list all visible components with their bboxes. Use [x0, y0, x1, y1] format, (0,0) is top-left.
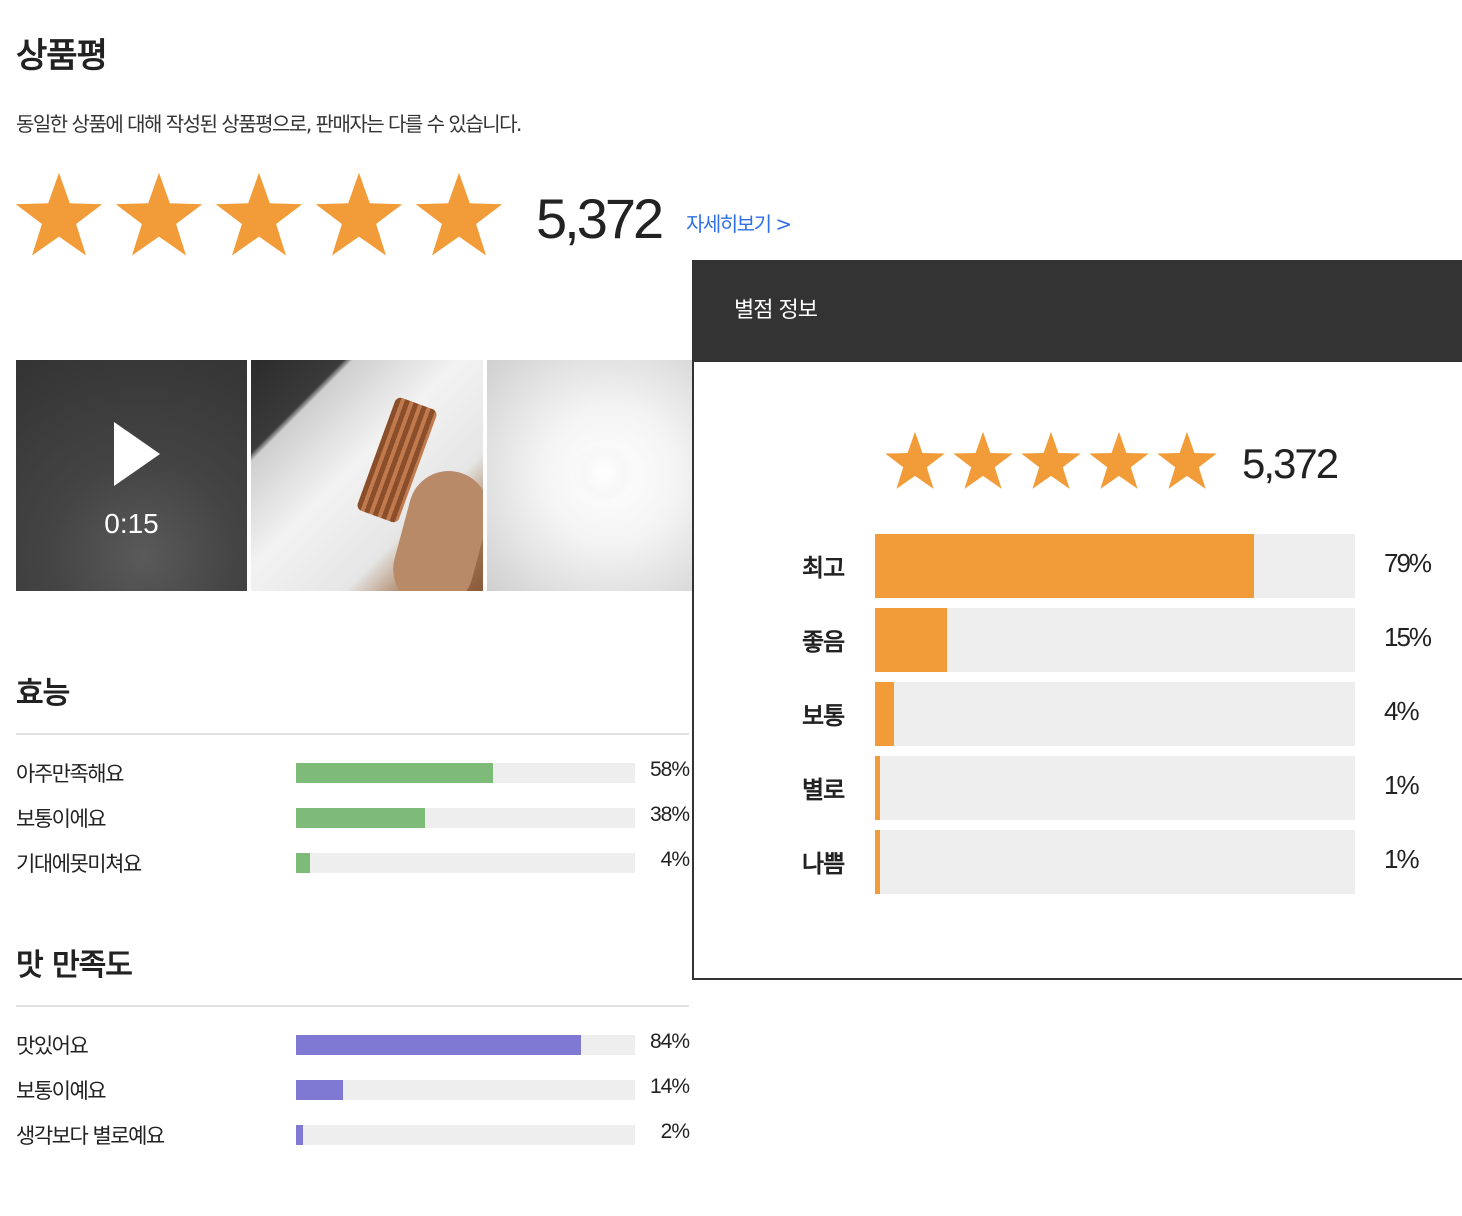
rating-bar-fill	[875, 756, 880, 820]
page-title: 상품평	[16, 36, 108, 76]
star-icon	[1156, 430, 1218, 496]
rating-stars	[14, 170, 504, 264]
stat-bar-fill	[296, 808, 425, 828]
video-thumbnail[interactable]: 0:15	[16, 360, 247, 591]
stat-bar	[296, 763, 635, 783]
play-icon	[114, 422, 160, 486]
stat-bar	[296, 1080, 635, 1100]
stat-row: 맛있어요 84%	[16, 1030, 690, 1062]
rating-label: 보통	[802, 702, 845, 730]
stat-label: 아주만족해요	[16, 762, 124, 786]
review-count: 5,372	[536, 187, 664, 250]
stat-bar	[296, 808, 635, 828]
stat-bar	[296, 1125, 635, 1145]
rating-label: 최고	[802, 554, 845, 582]
popup-title: 별점 정보	[694, 260, 1462, 362]
star-icon	[214, 170, 304, 264]
star-icon	[314, 170, 404, 264]
stat-label: 보통이에요	[16, 807, 107, 831]
stat-percent: 58%	[649, 758, 690, 781]
stat-row: 아주만족해요 58%	[16, 758, 690, 790]
stat-row: 보통이예요 14%	[16, 1075, 690, 1107]
star-icon	[414, 170, 504, 264]
powder-image	[571, 445, 637, 501]
efficacy-title: 효능	[16, 676, 70, 711]
stat-bar-fill	[296, 1035, 581, 1055]
stat-label: 생각보다 별로예요	[16, 1124, 165, 1148]
stat-bar	[296, 1035, 635, 1055]
rating-bar-fill	[875, 830, 880, 894]
rating-bar-fill	[875, 534, 1255, 598]
stat-bar-fill	[296, 1080, 344, 1100]
rating-percent: 15%	[1384, 622, 1432, 652]
divider	[16, 733, 689, 735]
star-icon	[14, 170, 104, 264]
star-icon	[952, 430, 1014, 496]
rating-percent: 1%	[1384, 844, 1420, 874]
rating-percent: 1%	[1384, 770, 1420, 800]
stat-row: 기대에못미쳐요 4%	[16, 848, 690, 880]
popup-rating-stars	[884, 430, 1218, 496]
stat-percent: 14%	[649, 1075, 690, 1098]
rating-bar-fill	[875, 682, 895, 746]
rating-bar	[875, 534, 1355, 598]
star-icon	[884, 430, 946, 496]
video-duration: 0:15	[104, 508, 159, 539]
rating-bar-fill	[875, 608, 947, 672]
stat-percent: 84%	[649, 1030, 690, 1053]
detail-link[interactable]: 자세히보기 >	[686, 208, 792, 237]
popup-review-count: 5,372	[1242, 440, 1339, 487]
review-photo-thumbnail[interactable]	[251, 360, 483, 591]
stat-bar-fill	[296, 853, 310, 873]
page-subtitle: 동일한 상품에 대해 작성된 상품평으로, 판매자는 다를 수 있습니다.	[16, 112, 522, 136]
rating-bar	[875, 830, 1355, 894]
review-photo-thumbnail[interactable]	[487, 360, 692, 591]
stat-bar-fill	[296, 763, 493, 783]
rating-bar	[875, 608, 1355, 672]
stat-percent: 38%	[649, 803, 690, 826]
rating-bar	[875, 756, 1355, 820]
stat-bar-fill	[296, 1125, 303, 1145]
rating-row: 나쁨 1%	[694, 830, 1462, 894]
stat-label: 보통이예요	[16, 1079, 107, 1103]
taste-title: 맛 만족도	[16, 948, 133, 983]
star-icon	[1020, 430, 1082, 496]
rating-label: 나쁨	[802, 850, 845, 878]
rating-row: 보통 4%	[694, 682, 1462, 746]
star-icon	[1088, 430, 1150, 496]
rating-row: 좋음 15%	[694, 608, 1462, 672]
rating-bar	[875, 682, 1355, 746]
stat-percent: 2%	[660, 1120, 690, 1143]
rating-info-popup: 별점 정보 5,372 최고 79% 좋음 15% 보통 4% 별로 1% 나쁨 1%	[692, 260, 1462, 980]
stat-row: 생각보다 별로예요 2%	[16, 1120, 690, 1152]
star-icon	[114, 170, 204, 264]
rating-percent: 79%	[1384, 548, 1432, 578]
stat-percent: 4%	[660, 848, 690, 871]
rating-percent: 4%	[1384, 696, 1420, 726]
divider	[16, 1005, 689, 1007]
stat-label: 맛있어요	[16, 1034, 89, 1058]
rating-row: 최고 79%	[694, 534, 1462, 598]
stat-bar	[296, 853, 635, 873]
stat-row: 보통이에요 38%	[16, 803, 690, 835]
rating-row: 별로 1%	[694, 756, 1462, 820]
stat-label: 기대에못미쳐요	[16, 852, 142, 876]
rating-label: 별로	[802, 776, 845, 804]
rating-label: 좋음	[802, 628, 845, 656]
